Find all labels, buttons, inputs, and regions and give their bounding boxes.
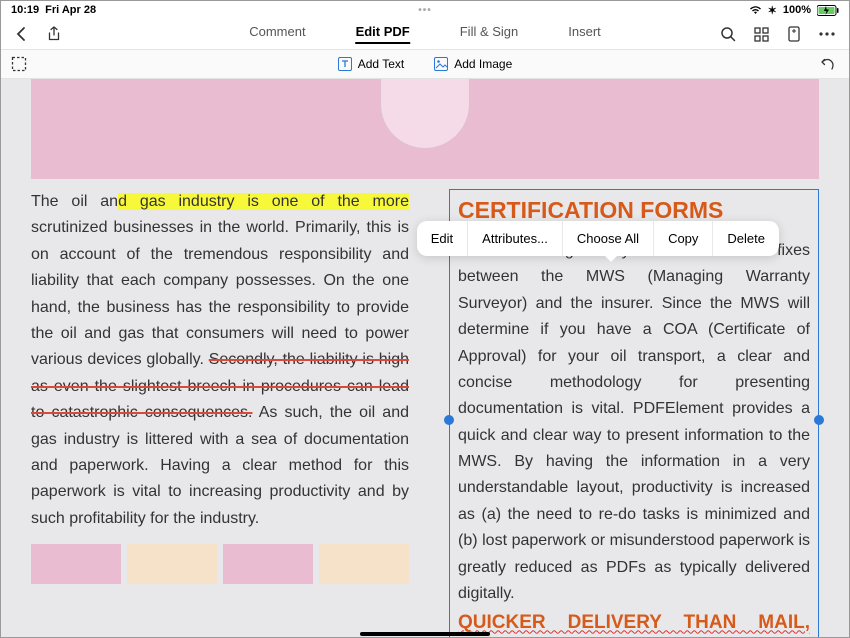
highlighted-text: d gas industry is one of the more [118,193,409,210]
main-tabs: Comment Edit PDF Fill & Sign Insert [249,24,601,44]
status-date: Fri Apr 28 [45,4,96,16]
text-plain: As such, the oil and gas industry is lit… [31,404,409,527]
battery-icon [817,5,839,16]
more-icon[interactable] [819,32,835,36]
text-plain: scrutinized businesses in the world. Pri… [31,219,409,368]
undo-icon[interactable] [819,57,835,71]
home-indicator[interactable] [360,632,490,636]
context-attributes[interactable]: Attributes... [468,221,563,256]
add-image-label: Add Image [454,57,512,71]
context-delete[interactable]: Delete [713,221,779,256]
tab-comment[interactable]: Comment [249,24,305,44]
status-bar: 10:19 Fri Apr 28 ••• ✶ 100% [1,1,849,19]
thumb-image [127,544,217,584]
thumb-image [319,544,409,584]
heading-quicker: QUICKER DELIVERY THAN MAIL, [458,607,810,637]
thumb-image [31,544,121,584]
thumb-image [223,544,313,584]
bookmark-icon[interactable] [787,26,801,42]
tab-edit-pdf[interactable]: Edit PDF [356,24,410,44]
handle-dots: ••• [418,5,432,16]
context-edit[interactable]: Edit [417,221,468,256]
back-icon[interactable] [15,26,27,42]
context-copy[interactable]: Copy [654,221,713,256]
left-paragraph: The oil and gas industry is one of the m… [31,189,409,532]
selection-handle-right[interactable] [814,415,824,425]
selection-handle-left[interactable] [444,415,454,425]
right-body-text: Certification is generally a back and fo… [458,238,810,607]
document-canvas[interactable]: Edit Attributes... Choose All Copy Delet… [1,79,849,637]
share-icon[interactable] [47,26,61,42]
bluetooth-icon: ✶ [768,4,777,17]
header-image [31,79,819,179]
wifi-icon [749,5,762,15]
context-choose-all[interactable]: Choose All [563,221,654,256]
status-time: 10:19 [11,4,39,16]
search-icon[interactable] [720,26,736,42]
header-image-content [380,79,470,149]
grid-icon[interactable] [754,27,769,42]
add-text-label: Add Text [358,57,404,71]
tab-fill-sign[interactable]: Fill & Sign [460,24,519,44]
top-bar: Comment Edit PDF Fill & Sign Insert [1,19,849,49]
context-menu: Edit Attributes... Choose All Copy Delet… [417,221,779,256]
edit-toolbar: Add Text Add Image [1,49,849,79]
tab-insert[interactable]: Insert [568,24,601,44]
add-image-button[interactable]: Add Image [434,57,512,71]
thumbnail-row [31,544,409,584]
text-plain: The oil an [31,193,118,210]
battery-pct: 100% [783,4,811,16]
add-text-button[interactable]: Add Text [338,57,404,71]
left-text-block[interactable]: The oil and gas industry is one of the m… [31,189,409,637]
selected-text-block[interactable]: CERTIFICATION FORMS Certification is gen… [449,189,819,637]
selection-icon[interactable] [11,56,27,72]
